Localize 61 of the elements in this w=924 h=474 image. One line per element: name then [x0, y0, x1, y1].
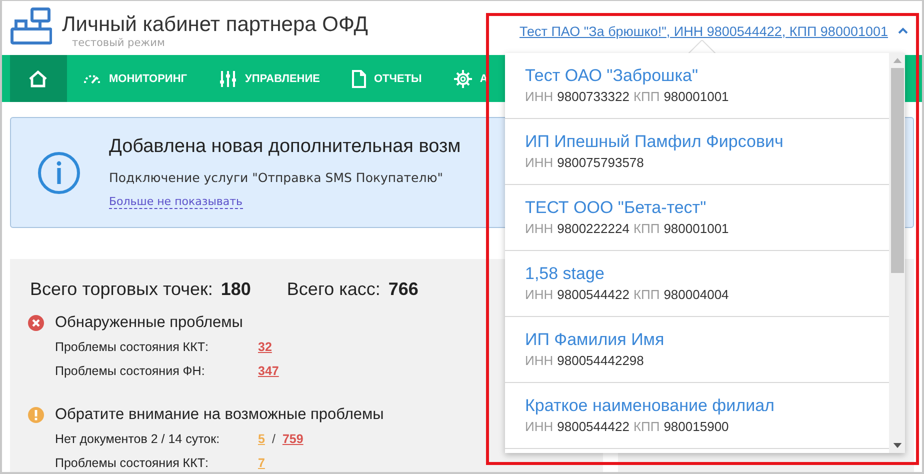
total-value: 180 [220, 279, 251, 299]
caret-icon[interactable] [898, 26, 908, 34]
field-label: ИНН [525, 89, 554, 104]
field-label: КПП [633, 287, 660, 302]
separator: / [272, 432, 276, 446]
account-option[interactable]: ИП Ипешный Памфил Фирсович [525, 132, 889, 152]
nav-tab[interactable]: УПРАВЛЕНИЕ [203, 55, 336, 102]
sliders-icon [219, 70, 237, 88]
field-value: 9800733322 [557, 89, 630, 104]
count-link[interactable]: 759 [282, 432, 304, 446]
field-label: КПП [633, 221, 660, 236]
mode-label: тестовый режим [72, 37, 166, 49]
nav-tab[interactable]: МОНИТОРИНГ [67, 55, 203, 102]
account-option[interactable]: ИП Фамилия Имя [525, 330, 889, 350]
banner-text: Подключение услуги "Отправка SMS Покупателю" [109, 170, 444, 185]
section-title: Обнаруженные проблемы [55, 314, 243, 332]
field-value: 980001001 [664, 89, 729, 104]
field-value: 980004004 [664, 287, 729, 302]
field-label: ИНН [525, 353, 554, 368]
problem-label: Проблемы состояния ФН: [55, 364, 206, 378]
field-value: 980015900 [664, 419, 729, 434]
section-title: Обратите внимание на возможные проблемы [55, 406, 384, 424]
field-value: 980054442298 [557, 353, 644, 368]
field-label: КПП [633, 419, 660, 434]
field-label: ИНН [525, 287, 554, 302]
account-option[interactable]: Тест ОАО "Заброшка" [525, 66, 889, 86]
field-value: 9800544422 [557, 287, 630, 302]
app-title: Личный кабинет партнера ОФД [62, 13, 368, 37]
error-icon [28, 315, 44, 331]
warning-icon [28, 407, 44, 423]
account-option[interactable]: ТЕСТ ООО "Бета-тест" [525, 198, 889, 218]
problem-label: Проблемы состояния ККТ: [55, 340, 210, 354]
field-label: ИНН [525, 419, 554, 434]
cash-register-icon [10, 7, 52, 45]
total-value: 766 [388, 279, 418, 299]
banner-title: Добавлена новая дополнительная возм [109, 136, 461, 158]
settings-icon [454, 70, 472, 88]
field-value: 9800544422 [557, 419, 630, 434]
count-link[interactable]: 32 [258, 340, 272, 354]
problem-label: Нет документов 2 / 14 суток: [55, 432, 221, 446]
scrollbar[interactable] [889, 53, 905, 453]
field-label: ИНН [525, 155, 554, 170]
info-icon [37, 150, 81, 194]
dismiss-link[interactable]: Больше не показывать [109, 195, 243, 209]
total-label: Всего торговых точек: [30, 279, 213, 299]
document-icon [352, 70, 366, 88]
scroll-down-icon[interactable] [892, 443, 902, 448]
field-value: 9800222224 [557, 221, 630, 236]
field-label: КПП [633, 89, 660, 104]
total-label: Всего касс: [286, 279, 380, 299]
field-value: 980001001 [664, 221, 729, 236]
account-link[interactable]: Тест ПАО "За брюшко!", ИНН 9800544422, КПП 980001001 [520, 24, 888, 38]
field-label: ИНН [525, 221, 554, 236]
account-option[interactable]: Краткое наименование филиал [525, 396, 889, 416]
field-value: 980075793578 [557, 155, 644, 170]
home-tab[interactable] [10, 55, 67, 102]
problem-label: Проблемы состояния ККТ: [55, 456, 210, 470]
home-icon [28, 70, 48, 88]
account-option[interactable]: 1,58 stage [525, 264, 889, 284]
count-link[interactable]: 347 [258, 364, 279, 378]
nav-tab[interactable]: ОТЧЕТЫ [336, 55, 438, 102]
